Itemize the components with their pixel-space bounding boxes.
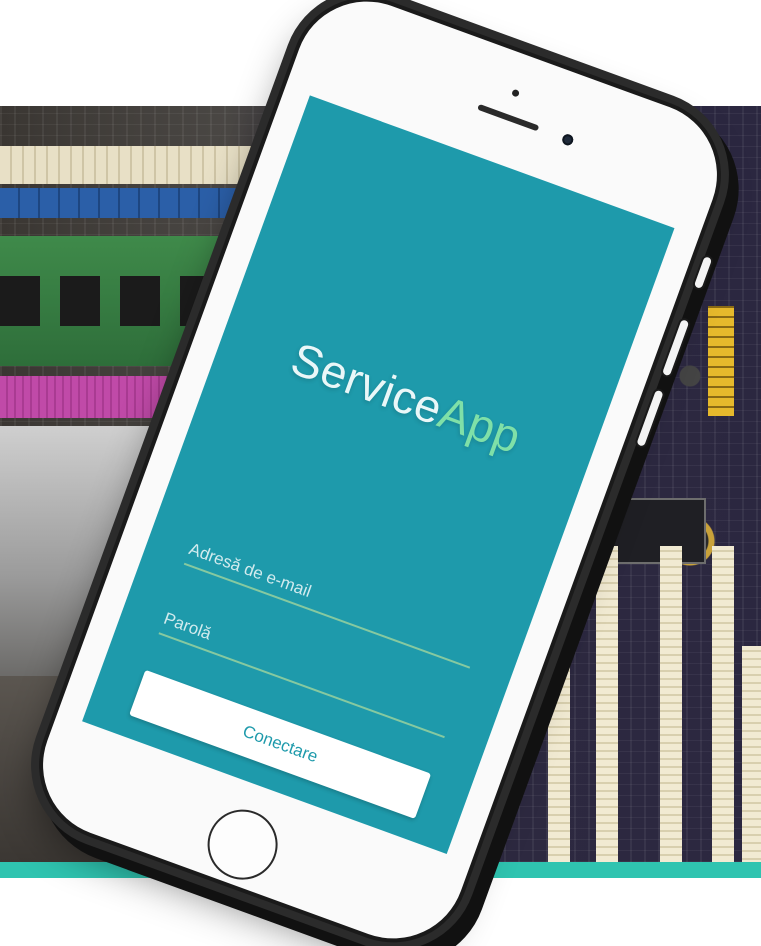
app-logo-app: App [431, 385, 529, 464]
proximity-sensor-icon [511, 88, 521, 98]
pci-slot [660, 546, 682, 862]
pci-slot [596, 546, 618, 862]
app-logo: ServiceApp [215, 306, 598, 489]
pci-slot-pink [0, 376, 190, 418]
promo-stage: ServiceApp Conectare [0, 0, 761, 946]
pin-header [708, 306, 734, 416]
pci-slot [712, 546, 734, 862]
pci-slot [742, 646, 761, 862]
home-button-icon[interactable] [200, 802, 285, 887]
app-logo-service: Service [284, 332, 450, 435]
earpiece-speaker-icon [477, 103, 540, 132]
front-camera-icon [560, 132, 575, 147]
